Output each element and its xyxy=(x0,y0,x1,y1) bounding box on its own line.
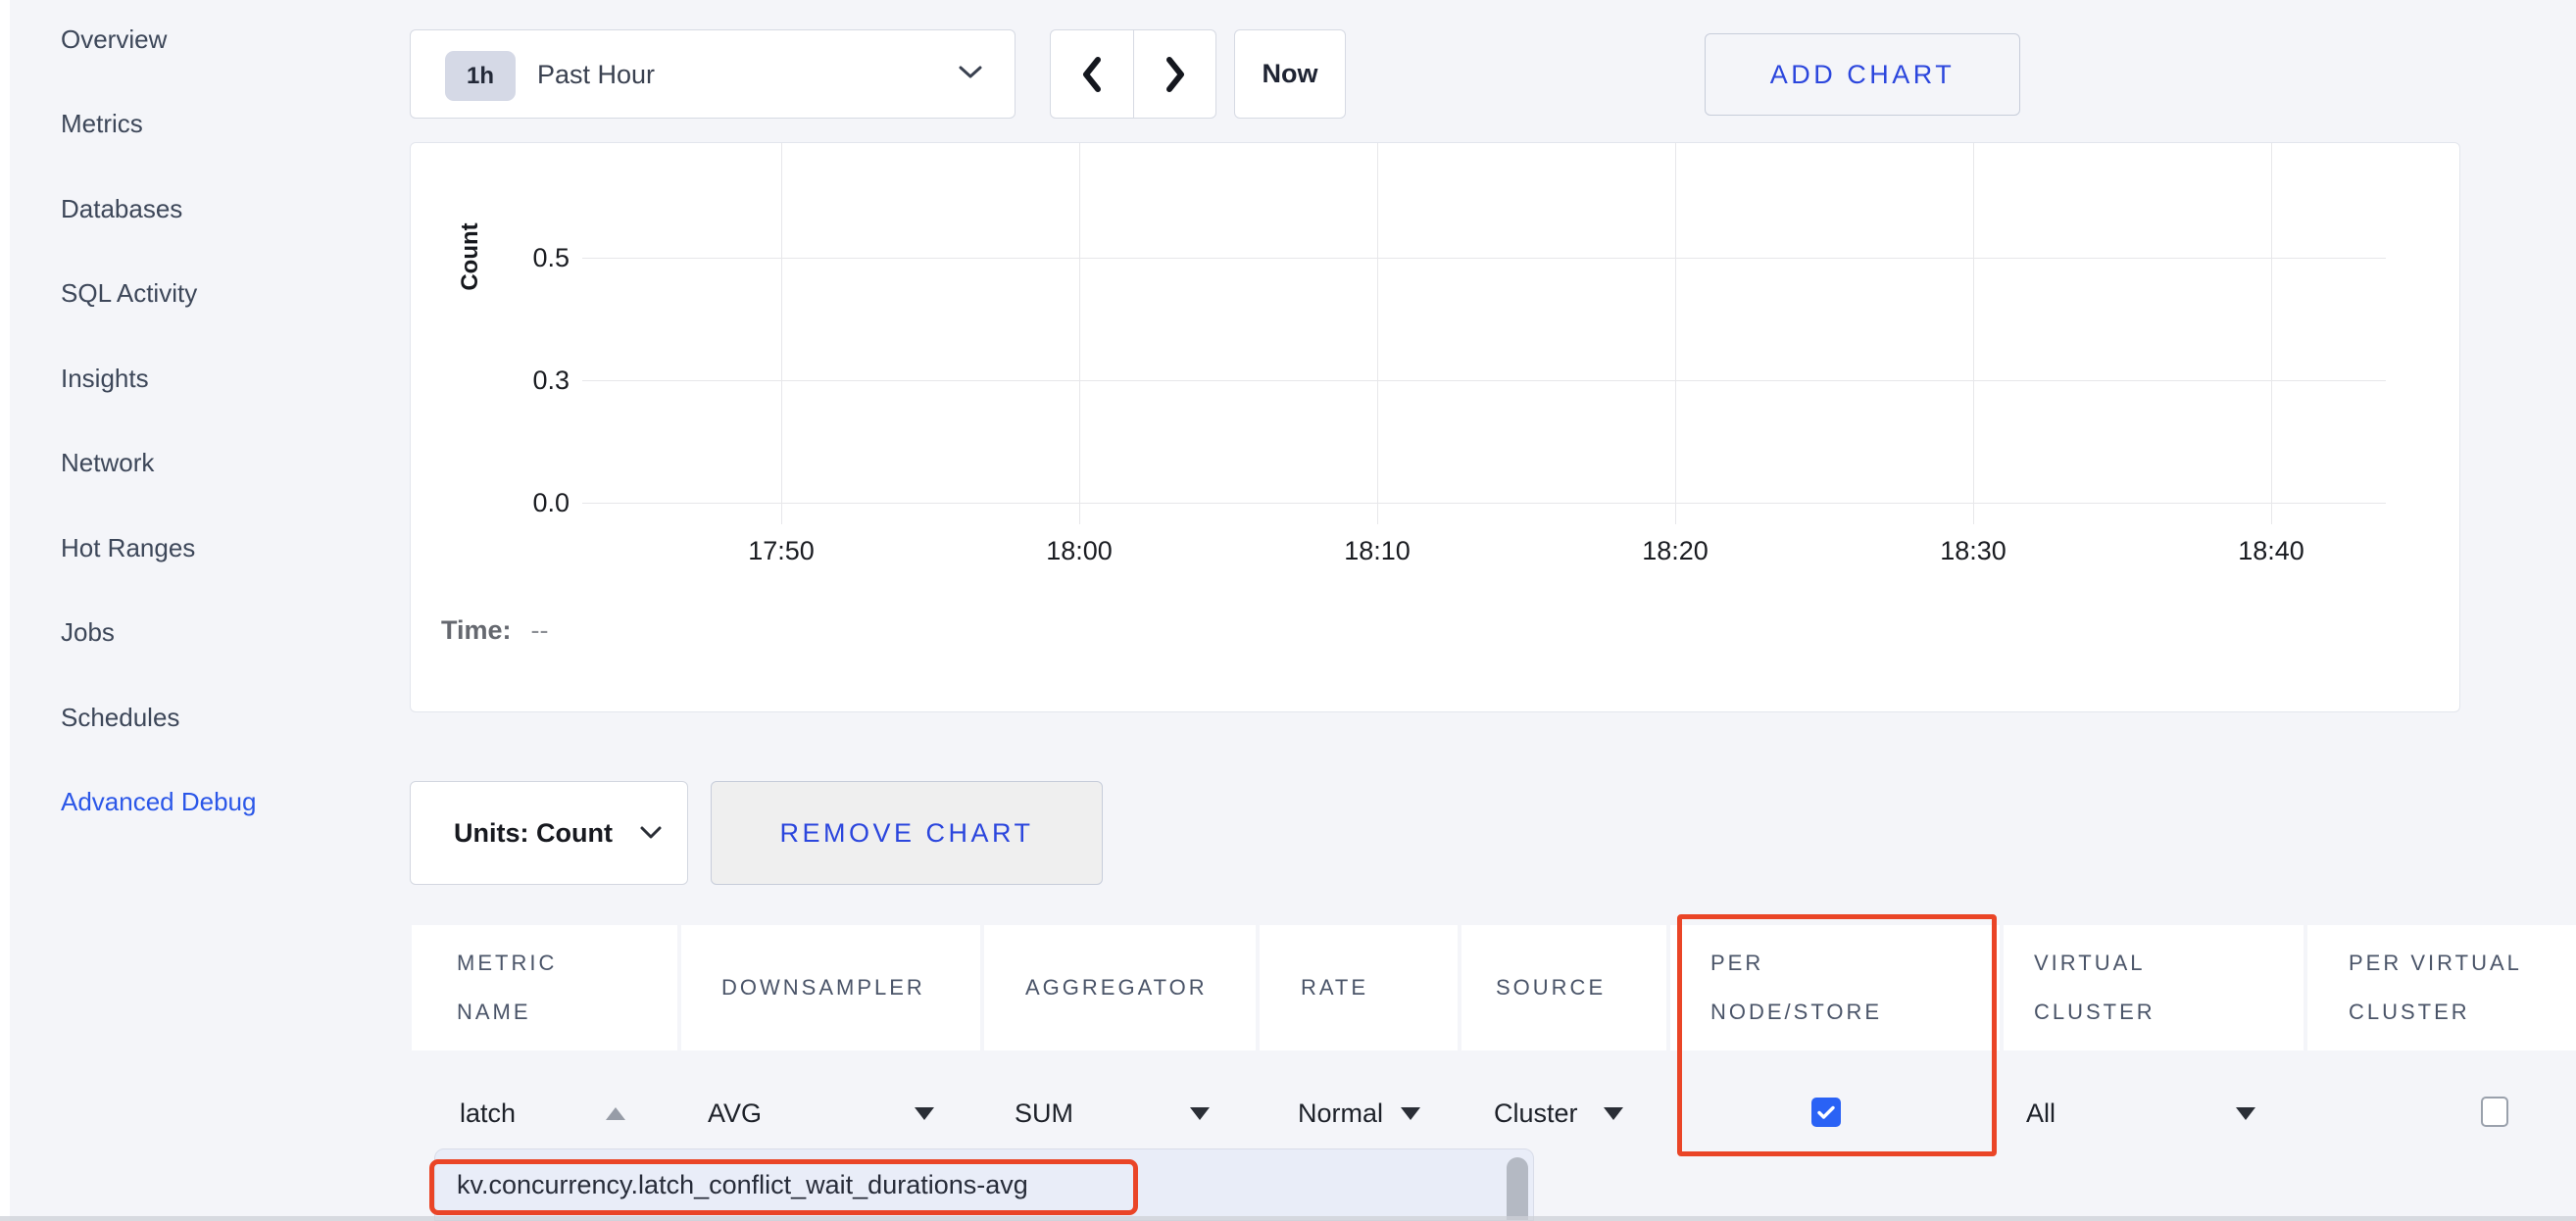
hover-time-label: Time: xyxy=(441,615,512,645)
downsampler-select[interactable]: AVG xyxy=(708,1096,762,1131)
sidebar-item-schedules[interactable]: Schedules xyxy=(61,698,179,737)
time-range-badge: 1h xyxy=(445,51,516,101)
checkmark-icon xyxy=(1814,1100,1838,1124)
time-range-label: Past Hour xyxy=(537,60,655,90)
gridline xyxy=(582,258,2386,259)
virtual-cluster-select[interactable]: All xyxy=(2026,1096,2056,1131)
column-header-rate: RATE xyxy=(1260,925,1458,1050)
x-tick-label: 18:30 xyxy=(1905,535,2042,566)
now-button[interactable]: Now xyxy=(1234,29,1346,119)
metric-suggestion-dropdown: kv.concurrency.latch_conflict_wait_durat… xyxy=(434,1148,1534,1221)
sidebar-item-network[interactable]: Network xyxy=(61,443,154,482)
gridline xyxy=(1079,143,1080,524)
bottom-edge-divider xyxy=(0,1216,2576,1221)
gridline xyxy=(582,503,2386,504)
y-tick-label: 0.0 xyxy=(491,487,570,518)
units-dropdown[interactable]: Units: Count xyxy=(410,781,688,885)
add-chart-button[interactable]: ADD CHART xyxy=(1705,33,2020,116)
gridline xyxy=(2271,143,2272,524)
custom-chart-panel: Count 0.5 0.3 0.0 17:50 18:00 18:10 18:2… xyxy=(410,142,2460,712)
hover-time-value: -- xyxy=(531,615,549,645)
next-time-button[interactable] xyxy=(1134,30,1216,118)
units-dropdown-label: Units: Count xyxy=(454,818,613,849)
column-header-virtual-cluster: VIRTUAL CLUSTER xyxy=(2004,925,2304,1050)
per-virtual-cluster-checkbox[interactable] xyxy=(2481,1097,2508,1127)
gridline xyxy=(1675,143,1676,524)
sidebar-item-overview[interactable]: Overview xyxy=(61,20,167,59)
metric-suggestion-item[interactable]: kv.concurrency.latch_conflict_wait_durat… xyxy=(457,1170,1028,1200)
caret-down-icon xyxy=(1604,1107,1623,1120)
gridline xyxy=(781,143,782,524)
column-header-metric-name: METRIC NAME xyxy=(412,925,677,1050)
column-header-source: SOURCE xyxy=(1461,925,1666,1050)
x-tick-label: 18:10 xyxy=(1309,535,1446,566)
caret-down-icon xyxy=(1401,1107,1420,1120)
sidebar-item-metrics[interactable]: Metrics xyxy=(61,104,143,143)
sidebar-item-hot-ranges[interactable]: Hot Ranges xyxy=(61,528,195,567)
column-header-downsampler: DOWNSAMPLER xyxy=(681,925,980,1050)
x-tick-label: 18:20 xyxy=(1607,535,1744,566)
per-node-store-checkbox[interactable] xyxy=(1811,1098,1841,1127)
time-step-buttons xyxy=(1050,29,1216,119)
y-tick-label: 0.3 xyxy=(491,365,570,396)
chevron-down-icon xyxy=(638,825,664,841)
sidebar-item-databases[interactable]: Databases xyxy=(61,189,182,228)
rate-select[interactable]: Normal xyxy=(1298,1096,1383,1131)
caret-down-icon xyxy=(2236,1107,2255,1120)
chevron-down-icon xyxy=(957,64,984,81)
y-tick-label: 0.5 xyxy=(491,242,570,273)
sidebar-item-jobs[interactable]: Jobs xyxy=(61,612,115,652)
metric-name-input[interactable]: latch xyxy=(460,1096,516,1131)
caret-down-icon xyxy=(915,1107,934,1120)
sidebar-item-advanced-debug[interactable]: Advanced Debug xyxy=(61,782,256,821)
x-tick-label: 17:50 xyxy=(713,535,850,566)
gridline xyxy=(1973,143,1974,524)
prev-time-button[interactable] xyxy=(1051,30,1133,118)
y-axis-label: Count xyxy=(457,193,488,320)
sort-up-icon[interactable] xyxy=(606,1107,625,1120)
left-gutter xyxy=(0,0,10,1221)
column-header-per-node-store: PER NODE/STORE xyxy=(1670,925,2000,1050)
source-select[interactable]: Cluster xyxy=(1494,1096,1578,1131)
advanced-debug-custom-chart-page: Overview Metrics Databases SQL Activity … xyxy=(0,0,2576,1221)
caret-down-icon xyxy=(1190,1107,1210,1120)
aggregator-select[interactable]: SUM xyxy=(1015,1096,1073,1131)
column-header-aggregator: AGGREGATOR xyxy=(984,925,1256,1050)
time-range-dropdown[interactable]: 1h Past Hour xyxy=(410,29,1016,119)
x-tick-label: 18:00 xyxy=(1011,535,1148,566)
dropdown-scrollbar[interactable] xyxy=(1507,1157,1528,1221)
chevron-left-icon xyxy=(1079,55,1105,94)
sidebar-item-sql-activity[interactable]: SQL Activity xyxy=(61,273,197,313)
gridline xyxy=(582,380,2386,381)
chevron-right-icon xyxy=(1163,55,1188,94)
gridline xyxy=(1377,143,1378,524)
sidebar-item-insights[interactable]: Insights xyxy=(61,359,149,398)
x-tick-label: 18:40 xyxy=(2203,535,2340,566)
column-header-per-virtual-cluster: PER VIRTUAL CLUSTER xyxy=(2307,925,2576,1050)
hover-time-readout: Time: -- xyxy=(441,615,549,646)
remove-chart-button[interactable]: REMOVE CHART xyxy=(711,781,1103,885)
